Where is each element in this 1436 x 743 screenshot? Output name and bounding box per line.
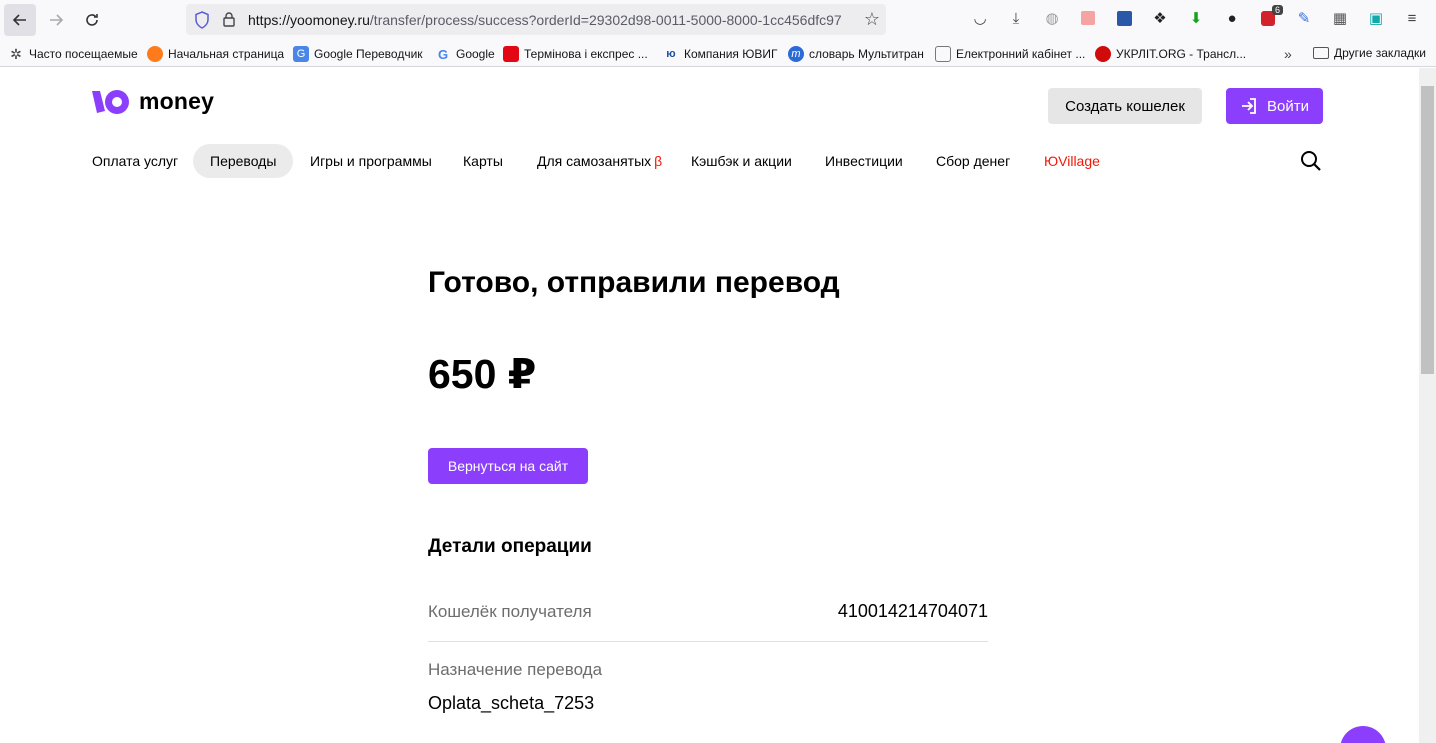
nav-item-yuvillage[interactable]: ЮVillage <box>1044 144 1100 178</box>
shield-ext-icon[interactable]: 6 <box>1258 5 1283 28</box>
url-host: https://yoomoney.ru <box>248 12 370 28</box>
recipient-value: 410014214704071 <box>837 601 988 621</box>
document-icon <box>935 46 951 62</box>
floppy-icon[interactable] <box>1114 8 1134 28</box>
bookmarks-bar: ✲ Часто посещаемые Начальная страница G Go… <box>0 40 1436 67</box>
bookmark-item[interactable]: m словарь Мультитран <box>788 46 924 62</box>
bookmark-item[interactable]: ю Компания ЮВИГ <box>663 46 778 62</box>
chat-button[interactable] <box>1340 726 1386 743</box>
menu-icon[interactable]: ≡ <box>1402 8 1422 28</box>
ukrlit-icon <box>1095 46 1111 62</box>
ext-badge: 6 <box>1271 5 1283 15</box>
translate-ext-icon[interactable]: ✎ <box>1294 8 1314 28</box>
bookmark-item[interactable]: G Google Переводчик <box>293 46 423 62</box>
create-wallet-button[interactable]: Создать кошелек <box>1048 88 1202 124</box>
nav-item-cashback[interactable]: Кэшбэк и акции <box>691 144 792 178</box>
nav-item-investments[interactable]: Инвестиции <box>825 144 903 178</box>
address-bar[interactable]: https://yoomoney.ru/transfer/process/suc… <box>186 4 886 35</box>
globe-icon[interactable]: ◍ <box>1042 8 1062 28</box>
url-text[interactable]: https://yoomoney.ru/transfer/process/suc… <box>248 12 848 28</box>
nav-item-label: Для самозанятых <box>537 153 652 169</box>
google-icon: G <box>437 46 449 62</box>
main-nav: Оплата услуг Переводы Игры и программы К… <box>0 144 1419 178</box>
bookmark-label: Компания ЮВИГ <box>684 47 778 61</box>
bookmark-label: УКРЛІТ.ORG - Трансл... <box>1116 47 1247 61</box>
page-scrollbar[interactable] <box>1419 68 1436 743</box>
reload-icon <box>86 14 98 26</box>
bookmark-label: Google Переводчик <box>314 47 423 61</box>
scrollbar-thumb[interactable] <box>1421 86 1434 374</box>
bookmark-label: Термінова і експрес ... <box>524 47 648 61</box>
bookmarks-overflow-icon[interactable]: » <box>1284 46 1292 62</box>
transfer-amount: 650 ₽ <box>428 351 537 397</box>
folder-icon <box>1313 47 1329 59</box>
yoomoney-logo[interactable]: money <box>92 88 214 115</box>
nav-item-fundraising[interactable]: Сбор денег <box>936 144 1010 178</box>
bookmark-label: Часто посещаемые <box>29 47 138 61</box>
return-to-site-button[interactable]: Вернуться на сайт <box>428 448 588 484</box>
logo-text: money <box>139 88 215 114</box>
bookmark-label: словарь Мультитран <box>809 47 924 61</box>
login-button[interactable]: Войти <box>1226 88 1323 124</box>
page-content: money Создать кошелек Войти Оплата услуг… <box>0 68 1419 743</box>
nova-poshta-icon <box>503 46 519 62</box>
forward-button[interactable] <box>40 4 72 36</box>
recipient-row: Кошелёк получателя 410014214704071 <box>428 588 988 642</box>
multitran-icon: m <box>788 46 804 62</box>
tab-ext-icon[interactable]: ▣ <box>1366 8 1386 28</box>
url-path: /transfer/process/success?orderId=29302d… <box>369 12 842 28</box>
bookmark-item[interactable]: Начальная страница <box>147 46 284 62</box>
bookmark-item[interactable]: УКРЛІТ.ORG - Трансл... <box>1095 46 1246 62</box>
nav-item-self-employed[interactable]: Для самозанятых β <box>537 144 662 178</box>
lock-icon[interactable] <box>222 11 236 27</box>
search-icon[interactable] <box>1300 150 1322 172</box>
back-button[interactable] <box>4 4 36 36</box>
shield-icon[interactable] <box>194 11 210 29</box>
page-title: Готово, отправили перевод <box>428 266 840 299</box>
nav-item-cards[interactable]: Карты <box>463 144 503 178</box>
balls-icon[interactable]: ● <box>1222 8 1242 28</box>
bookmark-item[interactable]: Термінова і експрес ... <box>503 46 648 62</box>
screenshot-icon[interactable]: ▦ <box>1330 8 1350 28</box>
nav-item-games[interactable]: Игры и программы <box>310 144 432 178</box>
login-icon <box>1242 98 1256 114</box>
bookmark-label: Начальная страница <box>168 47 285 61</box>
green-arrow-icon[interactable]: ⬇ <box>1186 8 1206 28</box>
yuvig-icon: ю <box>666 48 676 60</box>
gear-icon: ✲ <box>10 45 22 62</box>
bookmark-star-icon[interactable]: ☆ <box>864 9 880 30</box>
bookmark-item[interactable]: G Google <box>435 46 495 62</box>
firefox-icon <box>147 46 163 62</box>
nav-item-transfers[interactable]: Переводы <box>193 144 294 178</box>
reload-button[interactable] <box>76 4 108 36</box>
bookmark-item[interactable]: ✲ Часто посещаемые <box>8 46 138 62</box>
download-icon[interactable]: ⤓ <box>1006 8 1026 28</box>
login-label: Войти <box>1267 97 1309 115</box>
other-bookmarks-label: Другие закладки <box>1334 46 1426 60</box>
purpose-label: Назначение перевода <box>428 660 603 679</box>
browser-toolbar: https://yoomoney.ru/transfer/process/suc… <box>0 0 1436 40</box>
nav-item-payments[interactable]: Оплата услуг <box>92 144 178 178</box>
bookmark-item[interactable]: Електронний кабінет ... <box>935 46 1085 62</box>
yoomoney-logo-icon <box>92 89 129 114</box>
save-page-icon[interactable] <box>1078 8 1098 28</box>
recipient-label: Кошелёк получателя <box>428 602 592 621</box>
other-bookmarks[interactable]: Другие закладки <box>1313 46 1426 60</box>
bookmark-label: Електронний кабінет ... <box>956 47 1086 61</box>
beta-badge: β <box>654 153 663 169</box>
paw-icon[interactable]: ❖ <box>1150 8 1170 28</box>
google-translate-icon: G <box>293 46 309 62</box>
details-title: Детали операции <box>428 536 592 557</box>
purpose-value: Oplata_scheta_7253 <box>428 693 595 713</box>
pocket-icon[interactable]: ◡ <box>970 8 990 28</box>
arrow-left-icon <box>12 14 26 26</box>
bookmark-label: Google <box>456 47 495 61</box>
arrow-right-icon <box>50 14 64 26</box>
